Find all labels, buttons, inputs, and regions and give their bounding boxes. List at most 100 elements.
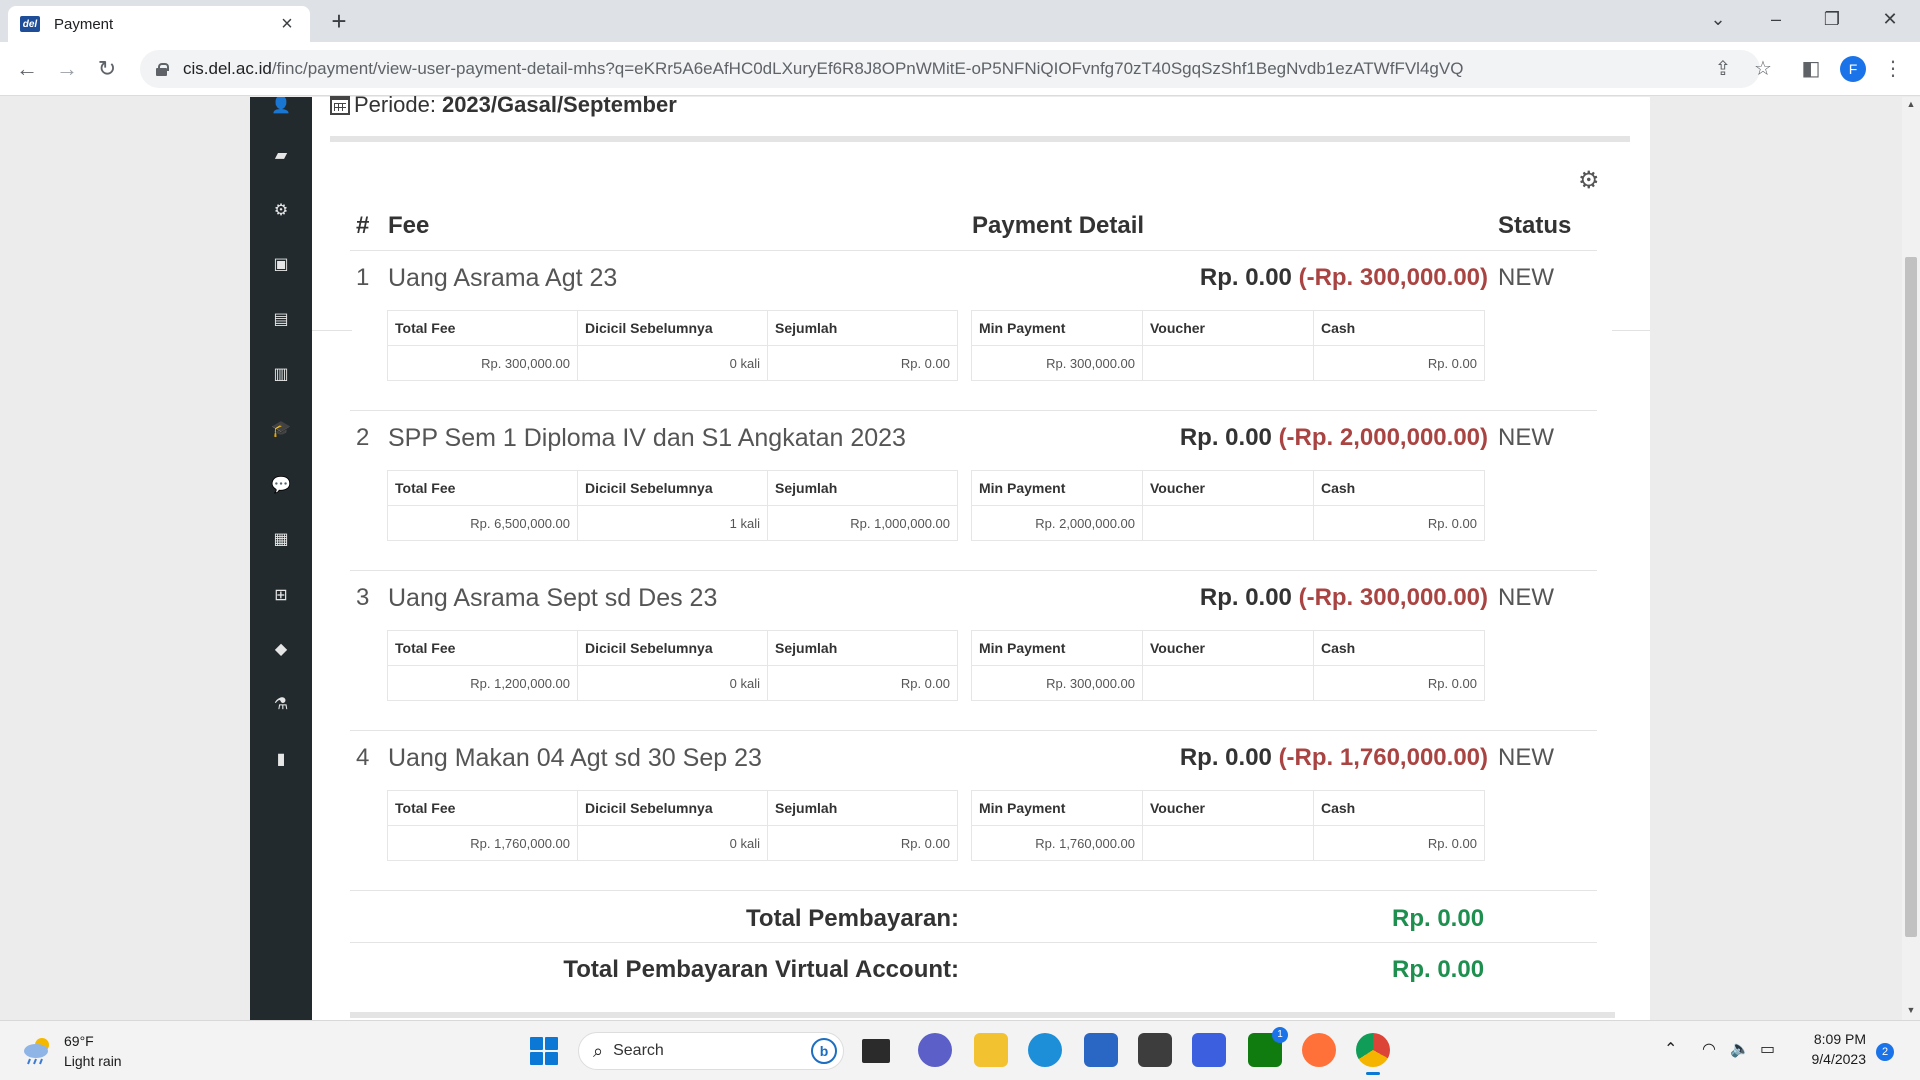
profile-avatar[interactable]: F bbox=[1840, 56, 1866, 82]
fee-name: SPP Sem 1 Diploma IV dan S1 Angkatan 202… bbox=[388, 424, 906, 452]
share-icon[interactable]: ⇪ bbox=[1710, 56, 1736, 82]
search-icon: ⌕ bbox=[593, 1040, 604, 1061]
fee-detail-table: Total Fee Dicicil Sebelumnya Sejumlah Rp. … bbox=[387, 470, 958, 541]
taskbar-search[interactable]: ⌕ Search b bbox=[578, 1032, 844, 1070]
gear-icon[interactable]: ⚙ bbox=[1578, 166, 1600, 195]
fee-name: Uang Asrama Sept sd Des 23 bbox=[388, 584, 718, 612]
calendar-icon bbox=[330, 95, 350, 115]
browser-tab-payment[interactable]: del Payment × bbox=[8, 6, 310, 42]
fee-detail-table: Total Fee Dicicil Sebelumnya Sejumlah Rp. … bbox=[387, 790, 958, 861]
scrollbar-thumb[interactable] bbox=[1905, 257, 1917, 937]
app-cube-icon[interactable] bbox=[1138, 1033, 1172, 1067]
close-tab-icon[interactable]: × bbox=[276, 13, 298, 36]
fee-number: 4 bbox=[356, 744, 370, 771]
user-icon[interactable]: 👤 bbox=[250, 97, 312, 121]
sidebar: 👤 ▰ ⚙ ▣ ▤ ▥ 🎓 💬 ▦ ⊞ ◆ ⚗ ▮ bbox=[250, 97, 312, 1020]
file-icon[interactable]: ▤ bbox=[250, 305, 312, 335]
minimize-button[interactable]: – bbox=[1756, 6, 1796, 32]
new-tab-button[interactable]: + bbox=[324, 6, 354, 36]
money-icon[interactable]: ▣ bbox=[250, 250, 312, 280]
fee-name: Uang Asrama Agt 23 bbox=[388, 264, 618, 292]
book-icon[interactable]: ▰ bbox=[250, 141, 312, 171]
xbox-icon[interactable]: 1 bbox=[1248, 1027, 1288, 1067]
xbox-badge: 1 bbox=[1272, 1027, 1288, 1043]
bar-chart-icon[interactable]: ▮ bbox=[250, 745, 312, 775]
divider bbox=[350, 1012, 1615, 1018]
payment-detail-table: Min Payment Voucher Cash Rp. 2,000,000.00 R… bbox=[971, 470, 1485, 541]
cogs-icon[interactable]: ⚙ bbox=[250, 196, 312, 226]
chevron-up-icon[interactable]: ⌃ bbox=[1664, 1039, 1677, 1059]
total-pembayaran-value: Rp. 0.00 bbox=[1392, 905, 1485, 932]
column-header-status: Status bbox=[1498, 212, 1572, 239]
graduation-cap-icon[interactable]: 🎓 bbox=[250, 415, 312, 445]
divider bbox=[350, 410, 1597, 411]
payment-detail-table: Min Payment Voucher Cash Rp. 1,760,000.00 R… bbox=[971, 790, 1485, 861]
clock-date[interactable]: 9/4/2023 bbox=[1790, 1051, 1867, 1067]
bing-icon[interactable]: b bbox=[811, 1038, 837, 1064]
fee-number: 2 bbox=[356, 424, 370, 451]
fee-number: 3 bbox=[356, 584, 370, 611]
status-badge: NEW bbox=[1498, 744, 1554, 771]
firefox-icon[interactable] bbox=[1302, 1033, 1336, 1067]
back-button[interactable]: ← bbox=[12, 54, 42, 84]
periode-value: 2023/Gasal/September bbox=[441, 92, 677, 117]
volume-icon[interactable]: 🔈 bbox=[1730, 1039, 1750, 1059]
address-bar[interactable]: cis.del.ac.id/finc/payment/view-user-pay… bbox=[140, 50, 1760, 88]
divider bbox=[330, 136, 1630, 142]
battery-icon[interactable]: ▭ bbox=[1760, 1039, 1775, 1059]
scroll-down-icon[interactable]: ▼ bbox=[1902, 1005, 1920, 1015]
column-header-payment-detail: Payment Detail bbox=[972, 212, 1145, 239]
tab-title: Payment bbox=[54, 15, 114, 33]
column-header-fee: Fee bbox=[388, 212, 430, 239]
restore-button[interactable]: ❐ bbox=[1812, 6, 1852, 32]
page-viewport: 👤 ▰ ⚙ ▣ ▤ ▥ 🎓 💬 ▦ ⊞ ◆ ⚗ ▮ bbox=[0, 97, 1920, 1020]
id-card-icon[interactable]: ▥ bbox=[250, 360, 312, 390]
clock-time[interactable]: 8:09 PM bbox=[1790, 1031, 1866, 1047]
browser-toolbar: ← → ↻ cis.del.ac.id/finc/payment/view-us… bbox=[0, 42, 1920, 96]
app-m-icon[interactable] bbox=[1192, 1033, 1226, 1067]
scroll-up-icon[interactable]: ▲ bbox=[1902, 99, 1920, 109]
url-text[interactable]: cis.del.ac.id/finc/payment/view-user-pay… bbox=[183, 59, 1463, 79]
ticket-icon[interactable]: ◆ bbox=[250, 635, 312, 665]
lock-icon[interactable] bbox=[156, 62, 169, 76]
wifi-icon[interactable]: ◠ bbox=[1702, 1039, 1716, 1059]
divider bbox=[350, 250, 1597, 251]
plus-square-icon[interactable]: ⊞ bbox=[250, 581, 312, 611]
payment-detail-table: Min Payment Voucher Cash Rp. 300,000.00 Rp.… bbox=[971, 310, 1485, 381]
del-favicon-icon: del bbox=[20, 16, 40, 32]
edge-icon[interactable] bbox=[1028, 1033, 1062, 1067]
tab-search-chevron-icon[interactable]: ⌄ bbox=[1698, 6, 1738, 32]
close-window-button[interactable]: ✕ bbox=[1870, 6, 1910, 32]
notification-badge[interactable]: 2 bbox=[1876, 1043, 1894, 1061]
fee-detail-table: Total Fee Dicicil Sebelumnya Sejumlah Rp. … bbox=[387, 310, 958, 381]
menu-kebab-icon[interactable]: ⋮ bbox=[1880, 56, 1906, 82]
task-view-icon[interactable] bbox=[862, 1039, 890, 1063]
status-badge: NEW bbox=[1498, 584, 1554, 611]
bookmark-star-icon[interactable]: ☆ bbox=[1750, 56, 1776, 82]
total-va-label: Total Pembayaran Virtual Account: bbox=[563, 956, 959, 983]
column-header-num: # bbox=[356, 212, 370, 239]
comments-icon[interactable]: 💬 bbox=[250, 471, 312, 501]
divider bbox=[1612, 330, 1650, 331]
search-label: Search bbox=[613, 1042, 664, 1059]
side-panel-icon[interactable]: ◧ bbox=[1798, 56, 1824, 82]
periode-heading: Periode: 2023/Gasal/September bbox=[330, 92, 677, 118]
page-scrollbar[interactable]: ▲ ▼ bbox=[1902, 97, 1920, 1020]
weather-temperature[interactable]: 69°F bbox=[64, 1033, 94, 1049]
fee-amount: Rp. 0.00 (-Rp. 2,000,000.00) bbox=[1179, 424, 1488, 451]
file-explorer-icon[interactable] bbox=[974, 1033, 1008, 1067]
microsoft-store-icon[interactable] bbox=[1084, 1033, 1118, 1067]
windows-taskbar: 69°F Light rain ⌕ Search b 1 ⌃ ◠ 🔈 ▭ 8:0… bbox=[0, 1020, 1920, 1080]
rain-cloud-icon[interactable] bbox=[22, 1035, 54, 1065]
teams-chat-icon[interactable] bbox=[918, 1033, 952, 1067]
flask-icon[interactable]: ⚗ bbox=[250, 690, 312, 720]
divider bbox=[350, 942, 1597, 943]
archive-icon[interactable]: ▦ bbox=[250, 525, 312, 555]
fee-number: 1 bbox=[356, 264, 370, 291]
windows-start-icon[interactable] bbox=[530, 1037, 558, 1065]
tab-strip: del Payment × + ⌄ – ❐ ✕ bbox=[0, 0, 1920, 42]
forward-button[interactable]: → bbox=[52, 54, 82, 84]
reload-button[interactable]: ↻ bbox=[92, 54, 122, 84]
chrome-icon[interactable] bbox=[1356, 1033, 1390, 1075]
weather-description[interactable]: Light rain bbox=[64, 1053, 122, 1069]
